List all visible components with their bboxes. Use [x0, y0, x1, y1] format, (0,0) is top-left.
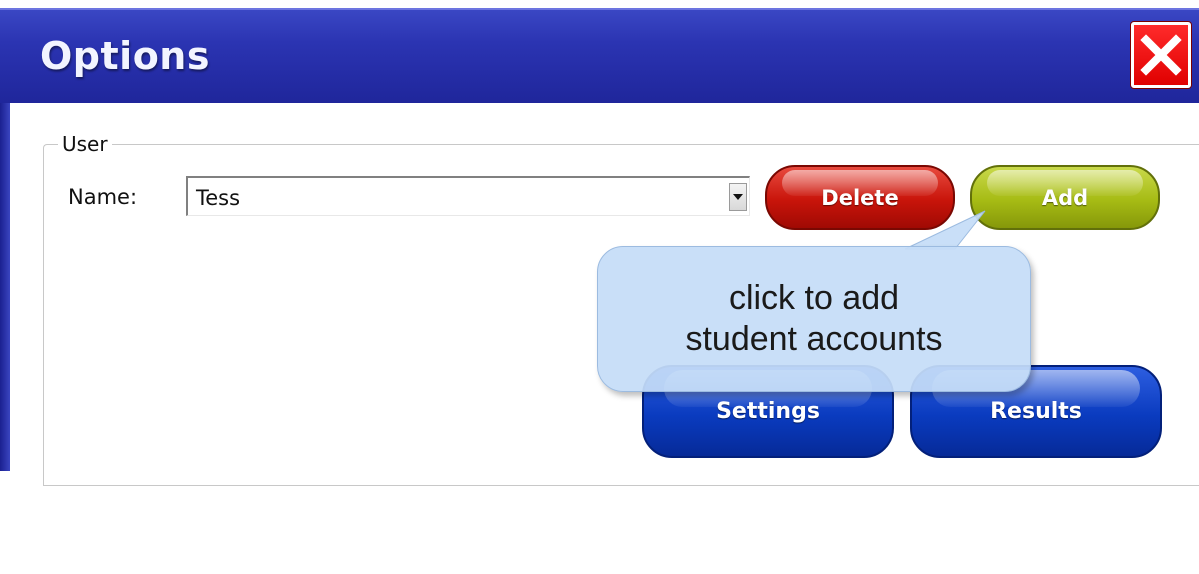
chevron-down-icon: [733, 194, 743, 200]
add-button[interactable]: Add: [970, 165, 1160, 230]
delete-button-label: Delete: [821, 185, 899, 210]
tooltip-line-2: student accounts: [685, 320, 943, 358]
add-tooltip: click to add student accounts: [597, 246, 1031, 392]
name-label: Name:: [68, 185, 138, 209]
add-button-label: Add: [1041, 185, 1089, 210]
window-title: Options: [40, 34, 210, 78]
name-value: Tess: [196, 186, 241, 210]
name-dropdown[interactable]: Tess: [186, 176, 750, 216]
options-content: User Name: Tess Delete Add Settings Resu…: [10, 103, 1199, 486]
delete-button[interactable]: Delete: [765, 165, 955, 230]
top-strip: [0, 0, 1199, 8]
close-x-icon: [1140, 34, 1182, 76]
results-button-label: Results: [990, 399, 1082, 424]
dropdown-arrow-button[interactable]: [729, 183, 747, 211]
user-group-label: User: [58, 132, 112, 156]
settings-button-label: Settings: [716, 399, 820, 424]
options-window: Options User Name: Tess Delete Add Setti…: [0, 0, 1199, 486]
tooltip-line-1: click to add: [728, 278, 900, 317]
window-left-edge: [0, 103, 10, 471]
title-bar: Options: [0, 8, 1199, 103]
close-button[interactable]: [1131, 22, 1191, 88]
